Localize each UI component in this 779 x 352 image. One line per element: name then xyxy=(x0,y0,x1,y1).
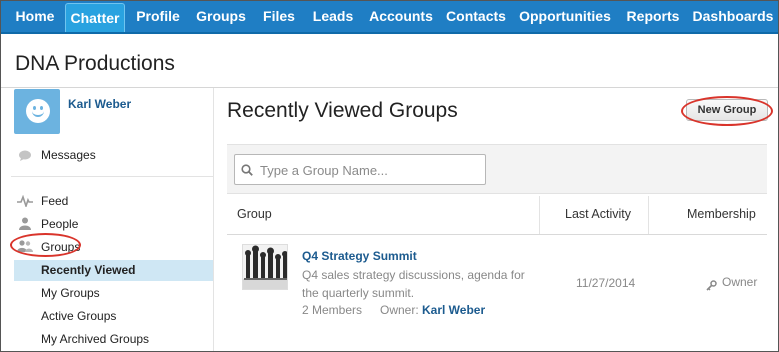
column-header-last-activity[interactable]: Last Activity xyxy=(565,207,631,221)
page-title: DNA Productions xyxy=(15,52,175,75)
tab-files[interactable]: Files xyxy=(257,1,301,32)
group-photo-chess-pieces[interactable] xyxy=(242,244,288,290)
tab-accounts[interactable]: Accounts xyxy=(365,1,437,32)
column-separator xyxy=(648,196,649,234)
search-placeholder: Type a Group Name... xyxy=(260,163,388,178)
tab-opportunities[interactable]: Opportunities xyxy=(516,1,614,32)
sidebar-item-people[interactable]: People xyxy=(41,217,78,231)
person-icon xyxy=(19,217,35,230)
table-header-divider xyxy=(227,234,767,235)
tab-reports[interactable]: Reports xyxy=(622,1,684,32)
group-member-count: 2 Members xyxy=(302,303,363,317)
group-people-icon xyxy=(17,240,33,252)
column-separator xyxy=(539,196,540,234)
smile xyxy=(32,111,44,117)
membership-role: Owner xyxy=(722,275,758,289)
sidebar-item-messages[interactable]: Messages xyxy=(41,148,96,162)
speech-bubble-icon xyxy=(18,150,34,162)
sidebar-divider xyxy=(11,176,213,177)
group-description: Q4 sales strategy discussions, agenda fo… xyxy=(302,268,525,300)
tab-leads[interactable]: Leads xyxy=(308,1,358,32)
tab-contacts[interactable]: Contacts xyxy=(444,1,508,32)
sidebar-item-recently-viewed[interactable]: Recently Viewed xyxy=(41,263,136,277)
sidebar-item-my-groups[interactable]: My Groups xyxy=(41,286,100,300)
tab-chatter[interactable]: Chatter xyxy=(65,3,125,32)
column-header-membership[interactable]: Membership xyxy=(687,207,756,221)
last-activity-date: 11/27/2014 xyxy=(576,276,636,290)
sidebar-border xyxy=(213,88,214,351)
pulse-icon xyxy=(17,194,33,209)
magnifier-icon xyxy=(241,163,253,176)
column-header-group[interactable]: Group xyxy=(237,207,272,221)
app-window: Home Chatter Profile Groups Files Leads … xyxy=(0,0,779,352)
group-name-link[interactable]: Q4 Strategy Summit xyxy=(302,249,417,263)
group-search-input[interactable]: Type a Group Name... xyxy=(234,154,486,185)
header-divider xyxy=(1,87,778,88)
key-icon xyxy=(706,278,718,291)
sidebar-item-active-groups[interactable]: Active Groups xyxy=(41,309,116,323)
group-owner-link[interactable]: Karl Weber xyxy=(422,303,485,317)
tab-profile[interactable]: Profile xyxy=(131,1,185,32)
main-heading: Recently Viewed Groups xyxy=(227,99,458,122)
sidebar-item-my-archived-groups[interactable]: My Archived Groups xyxy=(41,332,149,346)
sidebar-item-groups[interactable]: Groups xyxy=(41,240,80,254)
left-eye xyxy=(33,106,36,110)
new-group-button[interactable]: New Group xyxy=(686,99,768,121)
sidebar-item-feed[interactable]: Feed xyxy=(41,194,68,208)
tab-groups[interactable]: Groups xyxy=(192,1,250,32)
right-eye xyxy=(40,106,43,110)
avatar[interactable] xyxy=(14,89,60,134)
tab-home[interactable]: Home xyxy=(9,1,61,32)
smiley-face-icon xyxy=(26,99,50,123)
tab-dashboards[interactable]: Dashboards xyxy=(691,1,775,32)
user-name-link[interactable]: Karl Weber xyxy=(68,97,131,111)
group-owner-label: Owner: xyxy=(380,303,419,317)
top-nav-bar: Home Chatter Profile Groups Files Leads … xyxy=(1,1,778,34)
